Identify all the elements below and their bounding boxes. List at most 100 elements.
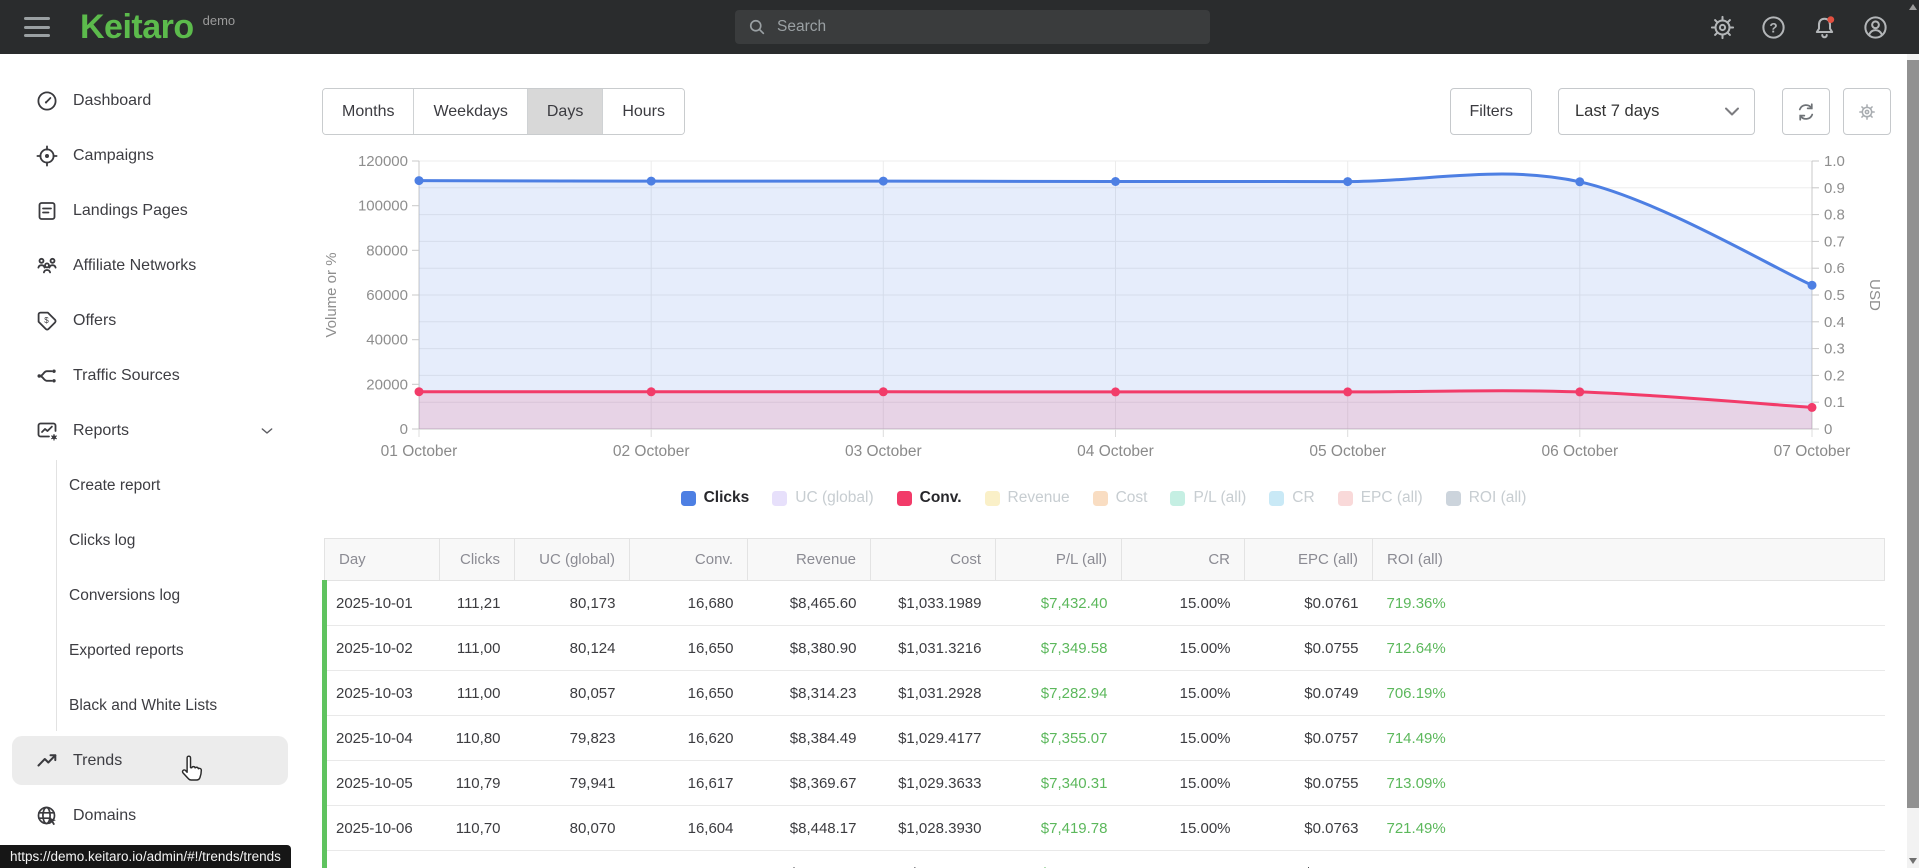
date-range-select[interactable]: Last 7 days [1558,88,1755,135]
sidebar-item-offers[interactable]: $ Offers [0,293,300,348]
legend-item[interactable]: Cost [1092,489,1147,507]
table-cell: 64,40 [439,850,515,868]
scrollbar-down-arrow[interactable] [1909,858,1917,864]
svg-text:USD: USD [1866,279,1883,311]
scrollbar-up-arrow[interactable] [1907,0,1919,54]
data-point[interactable] [1807,402,1817,412]
legend-item[interactable]: UC (global) [772,489,874,507]
data-point[interactable] [414,387,424,397]
legend-label: EPC (all) [1360,489,1423,506]
data-point[interactable] [414,176,424,186]
legend-swatch [1092,490,1108,506]
legend-item[interactable]: Clicks [680,489,749,507]
sidebar-item-affiliate-networks[interactable]: Affiliate Networks [0,238,300,293]
period-tabs: Months Weekdays Days Hours [322,88,686,135]
legend-swatch [896,490,912,506]
sidebar-item-conversions-log[interactable]: Conversions log [0,568,300,623]
dashboard-icon [37,90,57,111]
column-header[interactable]: Conv. [629,538,748,581]
chart-legend: Clicks UC (global) Conv. Revenue Cost P/L (al… [300,489,1907,507]
sidebar-item-landings-pages[interactable]: Landings Pages [0,183,300,238]
tab-months[interactable]: Months [323,89,414,134]
column-header[interactable]: Cost [870,538,996,581]
help-icon[interactable]: ? [1760,14,1787,41]
svg-text:02 October: 02 October [613,443,690,460]
page-scrollbar[interactable] [1907,0,1919,868]
column-header[interactable]: UC (global) [514,538,630,581]
table-cell: 16,617 [629,760,748,806]
sidebar-item-campaigns[interactable]: Campaigns [0,128,300,183]
table-cell: 15.00% [1121,805,1245,851]
data-point[interactable] [878,176,888,186]
column-header[interactable]: P/L (all) [995,538,1122,581]
table-row[interactable]: 2025-10-01 111,21 80,173 16,680 $8,465.60 $1,… [322,580,1885,626]
sidebar-item-exported-reports[interactable]: Exported reports [0,623,300,678]
global-search[interactable] [735,10,1210,44]
column-header[interactable]: ROI (all) [1372,538,1885,581]
data-point[interactable] [1807,280,1817,290]
svg-text:0.6: 0.6 [1824,260,1845,277]
table-cell: 111,00 [439,670,515,716]
trends-chart-svg: 0 20000 40000 60000 80000 100000 120000 0 0.1 0.2… [323,153,1883,460]
refresh-button[interactable] [1782,88,1830,135]
data-point[interactable] [1343,387,1353,397]
sidebar-item-trends[interactable]: Trends [12,736,288,785]
sidebar-item-domains[interactable]: Domains [0,788,300,843]
tab-days[interactable]: Days [526,89,603,134]
table-cell: 80,124 [514,625,630,671]
data-point[interactable] [878,387,888,397]
svg-text:Volume or %: Volume or % [323,252,340,337]
legend-item[interactable]: Conv. [896,489,962,507]
data-point[interactable] [1575,177,1585,187]
filters-button[interactable]: Filters [1450,88,1532,135]
hamburger-menu-icon[interactable] [24,17,50,37]
table-row[interactable]: 2025-10-04 110,80 79,823 16,620 $8,384.49 $1,… [322,715,1885,761]
data-point[interactable] [1343,177,1353,187]
chart-settings-button[interactable] [1843,88,1891,135]
sidebar-item-black-and-white-lists[interactable]: Black and White Lists [0,678,300,733]
sidebar-item-reports[interactable]: Reports [0,403,300,458]
data-point[interactable] [1111,177,1120,186]
svg-text:?: ? [1769,20,1777,35]
sidebar-item-label: Conversions log [69,586,181,604]
sidebar-item-traffic-sources[interactable]: Traffic Sources [0,348,300,403]
table-cell: 15.00% [1121,850,1245,868]
user-account-icon[interactable] [1862,14,1889,41]
legend-item[interactable]: P/L (all) [1170,489,1246,507]
target-icon [36,145,58,166]
legend-item[interactable]: ROI (all) [1445,489,1526,507]
table-row[interactable]: 2025-10-0764,4044,4579,658$4,902.71$598.… [322,850,1885,868]
search-input[interactable] [777,18,1198,36]
table-row[interactable]: 2025-10-06 110,70 80,070 16,604 $8,448.17 $1,… [322,805,1885,851]
data-point[interactable] [646,387,656,397]
column-header[interactable]: EPC (all) [1244,538,1373,581]
column-header[interactable]: Day [324,538,440,581]
legend-item[interactable]: Revenue [984,489,1070,507]
tab-hours[interactable]: Hours [602,89,685,134]
table-cell: 2025-10-02 [322,625,440,671]
sidebar-item-dashboard[interactable]: Dashboard [0,73,300,128]
column-header[interactable]: CR [1121,538,1245,581]
scrollbar-thumb[interactable] [1907,60,1919,808]
table-cell: 15.00% [1121,760,1245,806]
gear-icon[interactable] [1709,14,1736,41]
trends-table-wrap: Day Clicks UC (global) Conv. Revenue Cost P/L … [322,538,1885,868]
price-tag-icon: $ [37,311,57,330]
legend-item[interactable]: EPC (all) [1337,489,1423,507]
tab-weekdays[interactable]: Weekdays [413,89,527,134]
table-row[interactable]: 2025-10-03 111,00 80,057 16,650 $8,314.23 $1,… [322,670,1885,716]
table-row[interactable]: 2025-10-05 110,79 79,941 16,617 $8,369.67 $1,… [322,760,1885,806]
svg-text:0: 0 [1824,421,1832,438]
column-header[interactable]: Clicks [439,538,515,581]
data-point[interactable] [1575,387,1585,397]
notifications-bell-icon[interactable] [1811,14,1838,41]
table-row[interactable]: 2025-10-02 111,00 80,124 16,650 $8,380.90 $1,… [322,625,1885,671]
table-cell: $7,349.58 [995,625,1122,671]
table-cell: $0.0755 [1244,760,1373,806]
data-point[interactable] [1111,387,1120,397]
column-header[interactable]: Revenue [747,538,871,581]
sidebar-item-create-report[interactable]: Create report [0,458,300,513]
data-point[interactable] [646,176,656,186]
sidebar-item-clicks-log[interactable]: Clicks log [0,513,300,568]
legend-item[interactable]: CR [1269,489,1315,507]
